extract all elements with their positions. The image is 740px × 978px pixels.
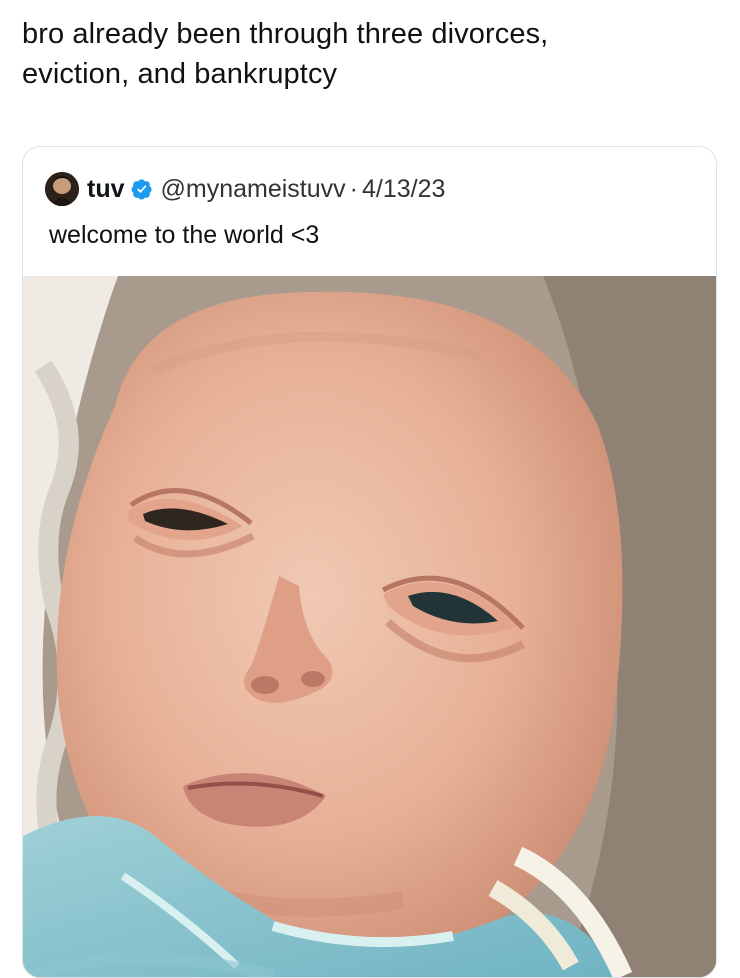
quoted-tweet-header: tuv @mynameistuvv · 4/13/23 bbox=[45, 169, 445, 209]
quoted-tweet-card[interactable]: tuv @mynameistuvv · 4/13/23 welcome to t… bbox=[22, 146, 717, 978]
verified-badge-icon bbox=[130, 179, 152, 200]
tweet-photo[interactable] bbox=[23, 276, 716, 977]
header-separator: · bbox=[349, 174, 358, 203]
tweet-text: welcome to the world <3 bbox=[49, 221, 320, 249]
author-name[interactable]: tuv bbox=[87, 175, 125, 204]
tweet-date[interactable]: 4/13/23 bbox=[362, 175, 445, 204]
author-handle[interactable]: @mynameistuvv bbox=[161, 175, 346, 204]
caption-line-2: eviction, and bankruptcy bbox=[22, 58, 338, 90]
profile-avatar[interactable] bbox=[45, 172, 79, 206]
caption-line-1: bro already been through three divorces, bbox=[22, 18, 549, 50]
baby-photo bbox=[23, 276, 716, 977]
avatar-image bbox=[45, 172, 79, 206]
post-caption: bro already been through three divorces,… bbox=[22, 14, 712, 94]
